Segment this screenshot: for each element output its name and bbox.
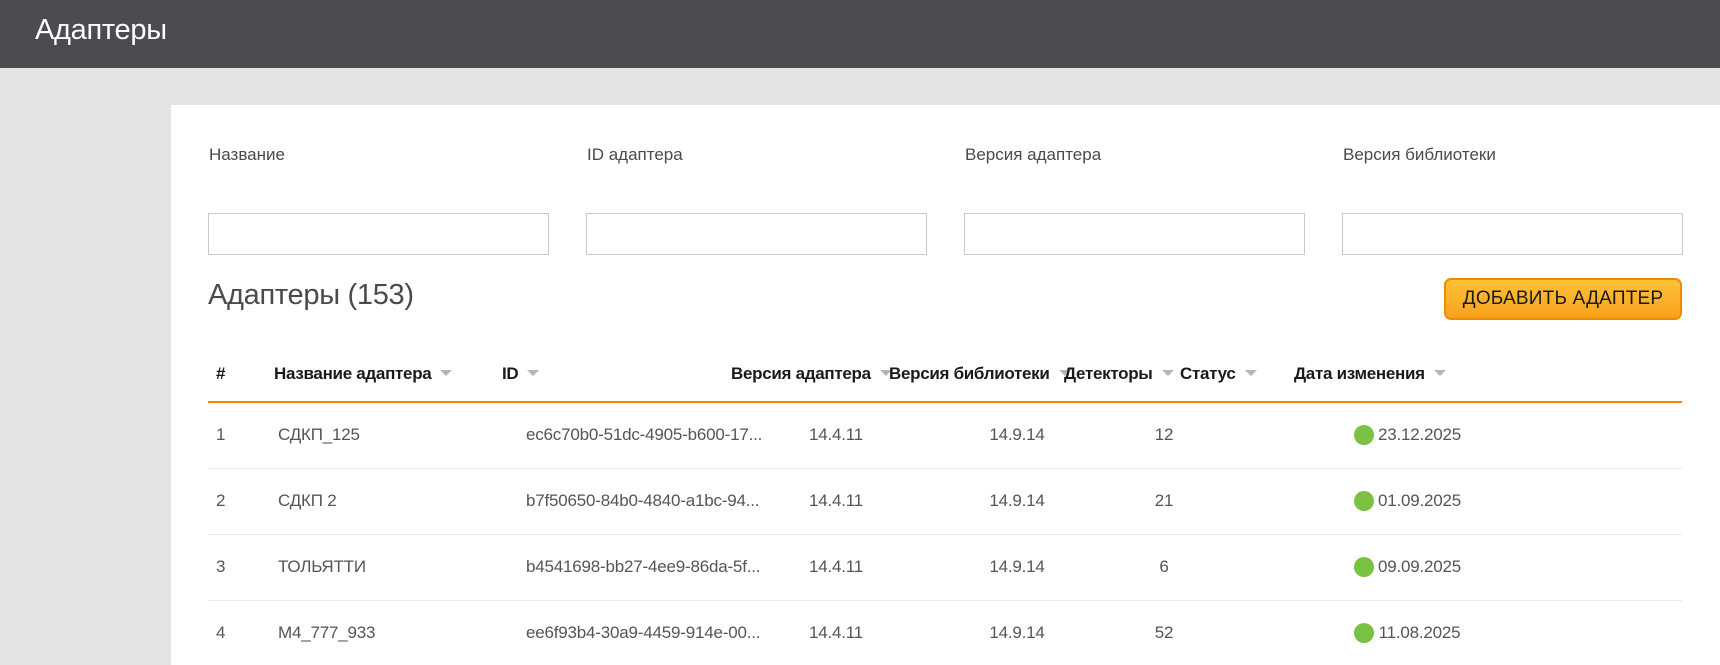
column-header-library[interactable]: Версия библиотеки	[889, 364, 1071, 384]
cell-detectors: 12	[1154, 425, 1174, 444]
cell-library: 14.9.14	[989, 557, 1045, 576]
cell-name: M4_777_933	[278, 623, 376, 642]
cell-number: 2	[216, 491, 226, 510]
page-title: Адаптеры	[35, 14, 167, 46]
column-header-name[interactable]: Название адаптера	[274, 364, 453, 384]
table-row[interactable]: 3 ТОЛЬЯТТИ b4541698-bb27-4ee9-86da-5f...…	[208, 535, 1682, 601]
cell-version: 14.4.11	[808, 491, 864, 510]
column-header-status[interactable]: Статус	[1180, 364, 1257, 384]
cell-date: 01.09.2025	[1377, 491, 1462, 510]
column-header-number: #	[216, 364, 226, 383]
cell-id: ee6f93b4-30a9-4459-914e-00...	[526, 623, 761, 642]
cell-date: 09.09.2025	[1377, 557, 1462, 576]
filter-version-label: Версия адаптера	[965, 145, 1102, 164]
cell-number: 4	[216, 623, 226, 642]
cell-date: 23.12.2025	[1377, 425, 1462, 444]
cell-library: 14.9.14	[989, 623, 1045, 642]
filter-name-input[interactable]	[208, 213, 549, 255]
filter-id: ID адаптера	[586, 145, 927, 257]
cell-name: СДКП 2	[278, 491, 337, 510]
top-bar: Адаптеры	[0, 0, 1720, 68]
filter-name: Название	[208, 145, 549, 257]
column-header-date[interactable]: Дата изменения	[1294, 364, 1446, 384]
cell-id: b4541698-bb27-4ee9-86da-5f...	[526, 557, 761, 576]
cell-name: СДКП_125	[278, 425, 360, 444]
cell-id: ec6c70b0-51dc-4905-b600-17...	[526, 425, 763, 444]
cell-library: 14.9.14	[989, 491, 1045, 510]
column-header-version[interactable]: Версия адаптера	[731, 364, 892, 384]
table-row[interactable]: 2 СДКП 2 b7f50650-84b0-4840-a1bc-94... 1…	[208, 469, 1682, 535]
cell-detectors: 6	[1159, 557, 1169, 576]
filter-name-label: Название	[209, 145, 285, 164]
sort-icon	[1161, 370, 1174, 376]
section-title: Адаптеры (153)	[208, 279, 414, 311]
filter-version-input[interactable]	[964, 213, 1305, 255]
cell-library: 14.9.14	[989, 425, 1045, 444]
cell-detectors: 52	[1154, 623, 1174, 642]
cell-version: 14.4.11	[808, 557, 864, 576]
cell-date: 11.08.2025	[1378, 623, 1461, 642]
cell-number: 3	[216, 557, 226, 576]
filter-library-input[interactable]	[1342, 213, 1683, 255]
table-row[interactable]: 1 СДКП_125 ec6c70b0-51dc-4905-b600-17...…	[208, 403, 1682, 469]
filter-library: Версия библиотеки	[1342, 145, 1683, 257]
filter-id-input[interactable]	[586, 213, 927, 255]
cell-name: ТОЛЬЯТТИ	[278, 557, 366, 576]
column-header-detectors[interactable]: Детекторы	[1064, 364, 1174, 384]
table-header: # Название адаптера ID Версия адаптера В…	[208, 345, 1682, 403]
cell-version: 14.4.11	[808, 623, 864, 642]
filter-library-label: Версия библиотеки	[1343, 145, 1496, 164]
sort-icon	[1433, 370, 1446, 376]
cell-number: 1	[216, 425, 226, 444]
main-panel: Название ID адаптера Версия адаптера Вер…	[171, 105, 1720, 665]
sort-icon	[527, 370, 540, 376]
sort-icon	[1244, 370, 1257, 376]
filter-version: Версия адаптера	[964, 145, 1305, 257]
cell-id: b7f50650-84b0-4840-a1bc-94...	[526, 491, 760, 510]
table-row[interactable]: 4 M4_777_933 ee6f93b4-30a9-4459-914e-00.…	[208, 601, 1682, 665]
column-header-id[interactable]: ID	[502, 364, 540, 384]
sort-icon	[440, 370, 453, 376]
add-adapter-button[interactable]: ДОБАВИТЬ АДАПТЕР	[1444, 278, 1682, 320]
filter-id-label: ID адаптера	[587, 145, 683, 164]
adapters-table: # Название адаптера ID Версия адаптера В…	[208, 345, 1682, 665]
cell-detectors: 21	[1154, 491, 1174, 510]
cell-version: 14.4.11	[808, 425, 864, 444]
